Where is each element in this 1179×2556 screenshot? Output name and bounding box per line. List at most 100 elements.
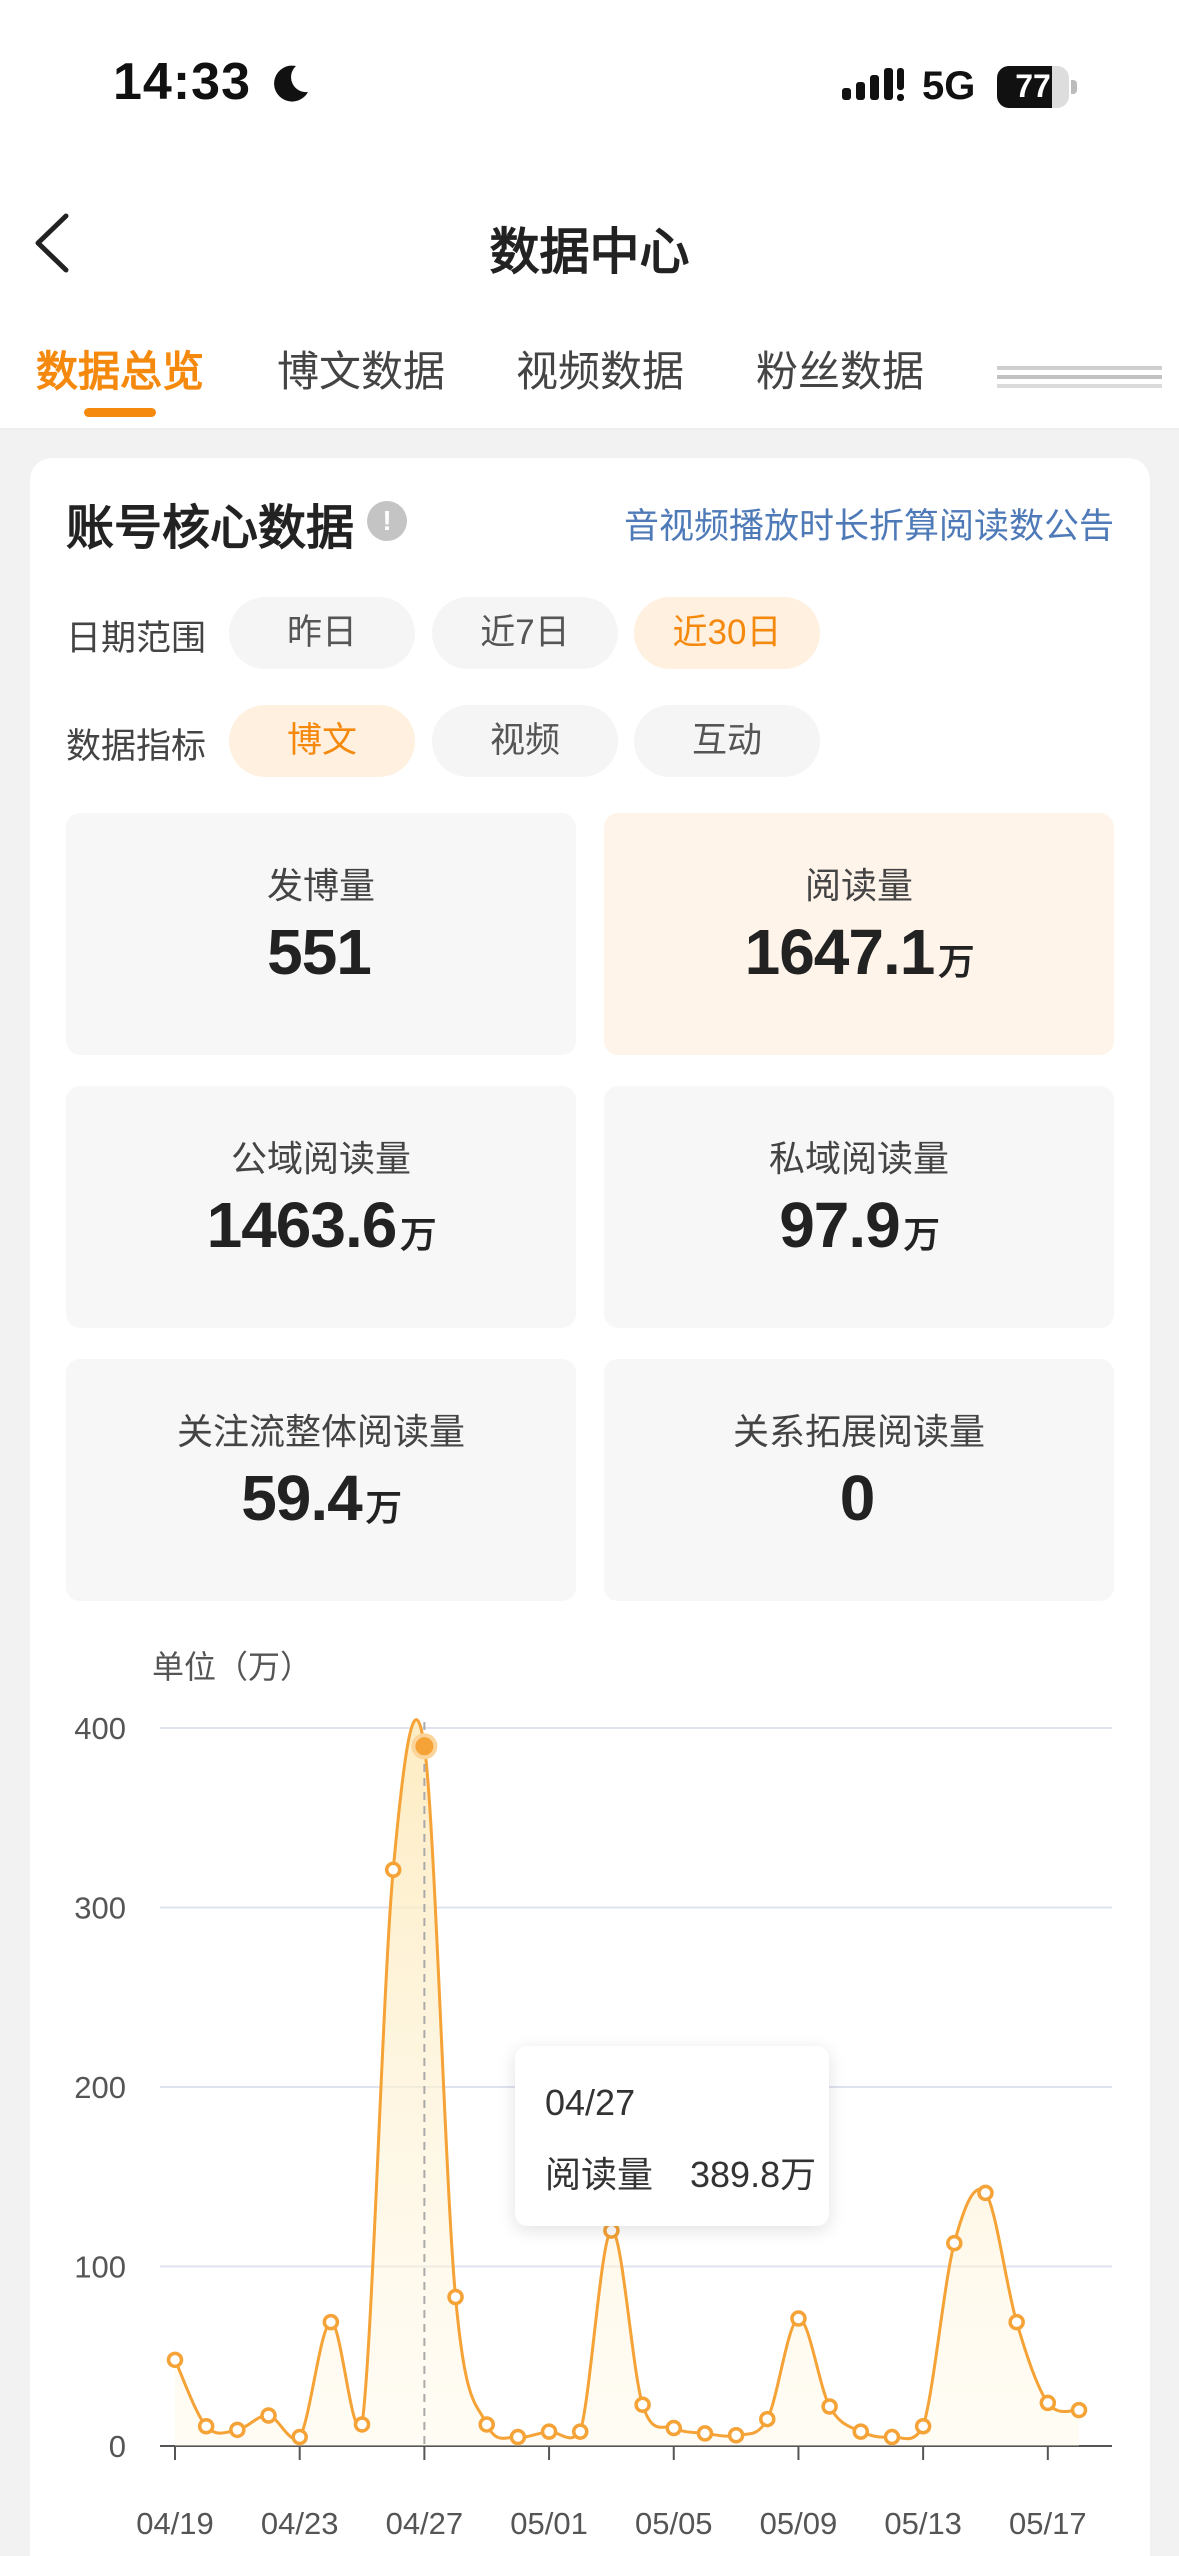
status-time: 14:33 xyxy=(113,53,251,111)
data-point-04/21[interactable] xyxy=(229,2421,246,2439)
metric-unit: 万 xyxy=(903,1214,940,1255)
info-icon[interactable]: ! xyxy=(367,501,407,541)
data-point-04/22[interactable] xyxy=(260,2407,277,2424)
data-point-05/08[interactable] xyxy=(759,2410,776,2428)
data-point-04/24[interactable] xyxy=(322,2313,340,2331)
metric-card-private-reads[interactable]: 私域阅读量 97.9 万 xyxy=(604,1086,1114,1328)
data-point-05/03[interactable] xyxy=(603,2222,620,2239)
data-point-05/07[interactable] xyxy=(727,2426,745,2444)
metric-value: 97.9 万 xyxy=(604,1188,1114,1262)
data-point-04/23[interactable] xyxy=(291,2428,308,2446)
tab-videos[interactable]: 视频数据 xyxy=(516,338,684,399)
metric-value: 551 xyxy=(66,915,576,989)
metric-unit: 万 xyxy=(938,941,974,982)
x-tick-label: 05/17 xyxy=(1009,2506,1087,2541)
date-option-7days[interactable]: 近7日 xyxy=(432,597,618,669)
metric-value: 0 xyxy=(604,1461,1114,1535)
tab-posts[interactable]: 博文数据 xyxy=(277,338,445,399)
data-point-04/20[interactable] xyxy=(197,2418,215,2435)
tooltip-date: 04/27 xyxy=(545,2082,636,2123)
y-tick-label: 300 xyxy=(74,1891,126,1926)
x-tick-label: 05/13 xyxy=(884,2506,962,2541)
metric-label: 阅读量 xyxy=(804,865,913,906)
metric-card-public-reads[interactable]: 公域阅读量 1463.6 万 xyxy=(66,1086,576,1328)
data-point-05/09[interactable] xyxy=(790,2310,807,2327)
data-point-05/17[interactable] xyxy=(1039,2394,1057,2412)
status-bar: 14:33 5G 77 xyxy=(0,0,1179,170)
data-point-04/28[interactable] xyxy=(447,2288,464,2306)
x-tick-label: 04/27 xyxy=(386,2506,464,2541)
metric-number: 551 xyxy=(267,916,372,988)
tab-overview[interactable]: 数据总览 xyxy=(36,338,204,399)
battery-icon: 77 xyxy=(997,66,1077,108)
moon-icon xyxy=(274,65,308,102)
metric-card-follow-feed-reads[interactable]: 关注流整体阅读量 59.4 万 xyxy=(66,1359,576,1601)
data-point-04/30[interactable] xyxy=(509,2428,527,2446)
metric-label: 私域阅读量 xyxy=(768,1138,949,1179)
data-point-04/25[interactable] xyxy=(353,2416,371,2433)
data-point-05/12[interactable] xyxy=(883,2428,901,2446)
data-point-05/11[interactable] xyxy=(852,2423,870,2440)
x-tick-label: 05/09 xyxy=(760,2506,838,2541)
metric-unit: 万 xyxy=(400,1214,436,1255)
tab-fans[interactable]: 粉丝数据 xyxy=(756,338,924,399)
data-point-05/14[interactable] xyxy=(946,2234,963,2252)
signal-icon xyxy=(842,68,904,101)
battery-level: 77 xyxy=(1015,68,1051,104)
data-point-05/02[interactable] xyxy=(571,2423,589,2440)
metric-number: 0 xyxy=(839,1462,876,1534)
metric-value: 1463.6 万 xyxy=(66,1188,576,1262)
x-tick-label: 05/01 xyxy=(510,2506,588,2541)
metric-label: 关注流整体阅读量 xyxy=(176,1411,465,1452)
data-point-05/15[interactable] xyxy=(977,2184,994,2202)
metric-option-posts[interactable]: 博文 xyxy=(229,705,415,777)
tooltip-value: 389.8万 xyxy=(690,2154,817,2195)
nav-bar: 数据中心 xyxy=(0,190,1179,300)
metric-value: 59.4 万 xyxy=(66,1461,576,1535)
x-tick-label: 04/19 xyxy=(136,2506,214,2541)
metric-option-video[interactable]: 视频 xyxy=(432,705,618,777)
data-point-04/27[interactable] xyxy=(411,1733,438,1760)
metric-type-label: 数据指标 xyxy=(66,727,207,766)
data-point-05/05[interactable] xyxy=(665,2419,683,2437)
data-point-05/18[interactable] xyxy=(1070,2401,1088,2419)
metric-card-relation-reads[interactable]: 关系拓展阅读量 0 xyxy=(604,1359,1114,1601)
y-tick-label: 100 xyxy=(74,2250,126,2285)
metric-card-reads[interactable]: 阅读量 1647.1 万 xyxy=(604,813,1114,1055)
tab-overflow-blurred[interactable] xyxy=(997,360,1162,394)
data-point-05/04[interactable] xyxy=(634,2396,651,2413)
chart-unit-label: 单位（万） xyxy=(152,1649,312,1685)
data-point-05/10[interactable] xyxy=(821,2398,838,2415)
data-point-05/01[interactable] xyxy=(540,2423,558,2440)
x-tick-label: 05/05 xyxy=(635,2506,713,2541)
chart-tooltip: 04/27 阅读量 389.8万 xyxy=(515,2046,829,2226)
tab-active-indicator xyxy=(84,408,156,417)
date-option-yesterday[interactable]: 昨日 xyxy=(229,597,415,669)
data-point-05/06[interactable] xyxy=(696,2425,714,2442)
date-range-label: 日期范围 xyxy=(66,619,207,658)
data-point-05/13[interactable] xyxy=(914,2418,932,2435)
battery-nub xyxy=(1071,80,1077,94)
metric-label: 公域阅读量 xyxy=(230,1138,411,1179)
x-tick-label: 04/23 xyxy=(261,2506,339,2541)
date-option-30days[interactable]: 近30日 xyxy=(634,597,820,669)
metric-option-interaction[interactable]: 互动 xyxy=(634,705,820,777)
y-tick-label: 0 xyxy=(109,2429,126,2464)
tooltip-label: 阅读量 xyxy=(545,2154,654,2195)
data-point-05/16[interactable] xyxy=(1008,2313,1025,2331)
y-tick-label: 400 xyxy=(74,1711,126,1746)
metric-label: 发博量 xyxy=(266,865,375,906)
notice-link[interactable]: 音视频播放时长折算阅读数公告 xyxy=(624,498,1114,549)
metric-label: 关系拓展阅读量 xyxy=(732,1411,985,1452)
metric-number: 97.9 xyxy=(779,1189,901,1261)
battery-body: 77 xyxy=(997,66,1069,108)
y-tick-label: 200 xyxy=(74,2070,126,2105)
metric-number: 1647.1 xyxy=(744,916,936,988)
data-point-04/19[interactable] xyxy=(166,2351,184,2369)
metric-value: 1647.1 万 xyxy=(604,915,1114,989)
data-point-04/29[interactable] xyxy=(478,2416,495,2433)
data-point-04/26[interactable] xyxy=(384,1861,402,1879)
metric-number: 1463.6 xyxy=(206,1189,398,1261)
page-title: 数据中心 xyxy=(489,224,690,280)
metric-card-posts[interactable]: 发博量 551 xyxy=(66,813,576,1055)
